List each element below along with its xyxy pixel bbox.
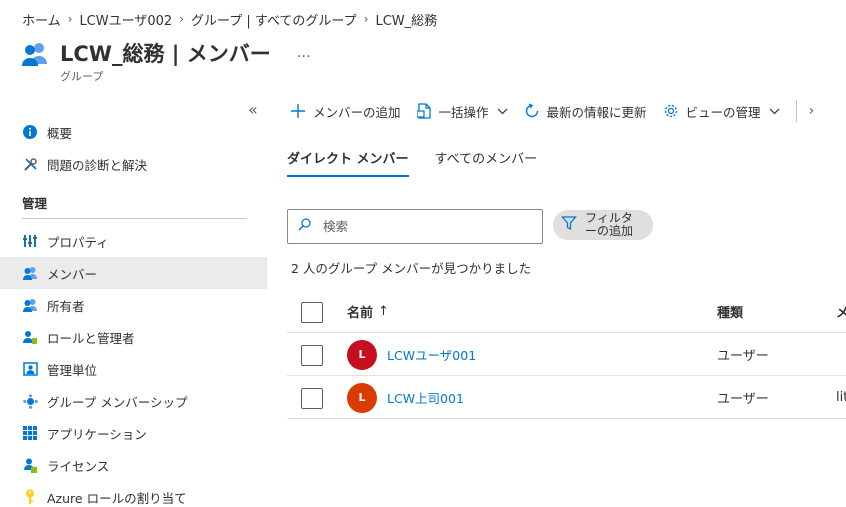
tab-direct-members[interactable]: ダイレクト メンバー bbox=[287, 148, 409, 177]
breadcrumb: ホーム › LCWユーザ002 › グループ | すべてのグループ › LCW_… bbox=[22, 10, 437, 29]
table-row: L LCW上司001 ユーザー lit bbox=[287, 376, 846, 419]
toolbar-divider bbox=[795, 100, 797, 122]
breadcrumb-home[interactable]: ホーム bbox=[22, 10, 61, 29]
section-divider bbox=[22, 218, 247, 219]
plus-icon bbox=[290, 103, 306, 119]
sidebar-item-licenses[interactable]: ライセンス bbox=[0, 449, 267, 481]
command-bar: メンバーの追加 一括操作 最新の情報に更新 ビューの管理 › bbox=[290, 96, 814, 126]
manage-view-button[interactable]: ビューの管理 bbox=[663, 102, 780, 121]
members-table: 名前 ↑ 種類 メ L LCWユーザ001 ユーザー L LCW上司001 ユー… bbox=[287, 290, 846, 419]
manage-view-label: ビューの管理 bbox=[685, 104, 761, 120]
bulk-operations-button[interactable]: 一括操作 bbox=[416, 102, 508, 121]
add-member-label: メンバーの追加 bbox=[313, 104, 401, 120]
sidebar-item-admin-units[interactable]: 管理単位 bbox=[0, 353, 267, 385]
roles-icon bbox=[22, 329, 38, 345]
members-icon bbox=[22, 265, 38, 281]
sidebar-item-roles[interactable]: ロールと管理者 bbox=[0, 321, 267, 353]
info-icon bbox=[22, 124, 38, 140]
member-type-cell: ユーザー bbox=[717, 349, 769, 364]
add-member-button[interactable]: メンバーの追加 bbox=[290, 102, 401, 121]
member-name-link[interactable]: LCWユーザ001 bbox=[387, 345, 476, 364]
column-header-extra[interactable]: メ bbox=[836, 290, 846, 333]
sidebar-item-label: 概要 bbox=[47, 125, 73, 141]
bulk-operations-label: 一括操作 bbox=[438, 104, 489, 120]
properties-icon bbox=[22, 233, 38, 249]
page-header: LCW_総務 | メンバー … bbox=[20, 38, 312, 68]
row-checkbox[interactable] bbox=[301, 388, 323, 409]
sidebar-item-label: ロールと管理者 bbox=[47, 330, 135, 346]
member-name-link[interactable]: LCW上司001 bbox=[387, 388, 464, 407]
search-box bbox=[287, 209, 543, 244]
page-subtitle: グループ bbox=[60, 70, 104, 83]
add-filter-button[interactable]: フィルタ ーの追加 bbox=[553, 210, 653, 240]
chevron-down-icon bbox=[497, 105, 508, 118]
sidebar-item-members[interactable]: メンバー bbox=[0, 257, 267, 289]
chevron-down-icon bbox=[769, 105, 780, 118]
sidebar-item-label: 管理単位 bbox=[47, 362, 98, 378]
owners-icon bbox=[22, 297, 38, 313]
refresh-label: 最新の情報に更新 bbox=[546, 104, 647, 120]
search-input[interactable] bbox=[323, 219, 523, 234]
breadcrumb-groups[interactable]: グループ | すべてのグループ bbox=[191, 10, 357, 29]
licenses-icon bbox=[22, 457, 38, 473]
sidebar-item-label: Azure ロールの割り当て bbox=[47, 490, 187, 506]
sidebar-item-overview[interactable]: 概要 bbox=[0, 116, 267, 148]
row-checkbox[interactable] bbox=[301, 345, 323, 366]
more-options-button[interactable]: … bbox=[297, 45, 312, 61]
toolbar-overflow-button[interactable]: › bbox=[809, 103, 815, 119]
sidebar-item-label: メンバー bbox=[47, 266, 98, 282]
avatar: L bbox=[347, 339, 377, 370]
gear-icon bbox=[663, 103, 679, 119]
member-tabs: ダイレクト メンバー すべてのメンバー bbox=[287, 148, 563, 177]
tab-all-members[interactable]: すべてのメンバー bbox=[435, 148, 538, 177]
breadcrumb-separator: › bbox=[363, 12, 369, 26]
admin-units-icon bbox=[22, 361, 38, 377]
column-header-type[interactable]: 種類 bbox=[717, 290, 743, 333]
member-extra-cell: lit bbox=[836, 390, 846, 405]
document-icon bbox=[416, 103, 432, 119]
group-membership-icon bbox=[22, 393, 38, 409]
avatar: L bbox=[347, 382, 377, 413]
breadcrumb-separator: › bbox=[67, 12, 73, 26]
result-count: 2 人のグループ メンバーが見つかりました bbox=[291, 261, 532, 276]
breadcrumb-current-group[interactable]: LCW_総務 bbox=[375, 10, 437, 29]
key-icon bbox=[22, 489, 38, 505]
column-header-name[interactable]: 名前 ↑ bbox=[347, 290, 389, 333]
select-all-checkbox[interactable] bbox=[301, 302, 323, 323]
sidebar-item-owners[interactable]: 所有者 bbox=[0, 289, 267, 321]
sidebar-item-group-membership[interactable]: グループ メンバーシップ bbox=[0, 385, 267, 417]
sidebar-item-label: 問題の診断と解決 bbox=[47, 157, 148, 173]
column-header-name-label: 名前 bbox=[347, 306, 374, 321]
group-icon bbox=[20, 38, 50, 68]
breadcrumb-user[interactable]: LCWユーザ002 bbox=[79, 10, 172, 29]
add-filter-label-line2: ーの追加 bbox=[585, 224, 634, 238]
sidebar-section-manage: 管理 bbox=[22, 196, 48, 211]
sidebar-item-azure-roles[interactable]: Azure ロールの割り当て bbox=[0, 481, 267, 507]
sidebar-item-label: プロパティ bbox=[47, 234, 109, 250]
member-type-cell: ユーザー bbox=[717, 392, 769, 407]
member-name-cell: L LCWユーザ001 bbox=[347, 333, 476, 376]
table-header-row: 名前 ↑ 種類 メ bbox=[287, 290, 846, 333]
sort-ascending-icon: ↑ bbox=[378, 304, 389, 319]
add-filter-label-line1: フィルタ bbox=[585, 211, 633, 225]
refresh-button[interactable]: 最新の情報に更新 bbox=[524, 102, 647, 121]
applications-icon bbox=[22, 425, 38, 441]
search-icon bbox=[298, 218, 311, 235]
breadcrumb-separator: › bbox=[179, 12, 184, 26]
refresh-icon bbox=[524, 103, 540, 119]
table-row: L LCWユーザ001 ユーザー bbox=[287, 333, 846, 376]
sidebar-item-label: アプリケーション bbox=[47, 426, 147, 442]
filter-icon bbox=[561, 215, 577, 235]
sidebar-item-applications[interactable]: アプリケーション bbox=[0, 417, 267, 449]
sidebar-item-label: ライセンス bbox=[47, 458, 110, 474]
sidebar-item-label: グループ メンバーシップ bbox=[47, 394, 188, 410]
page-title: LCW_総務 | メンバー bbox=[60, 42, 271, 66]
sidebar-item-label: 所有者 bbox=[47, 298, 85, 314]
sidebar-item-properties[interactable]: プロパティ bbox=[0, 225, 267, 257]
sidebar-item-diagnose[interactable]: 問題の診断と解決 bbox=[0, 148, 267, 180]
sidebar: 概要 問題の診断と解決 管理 プロパティ メンバー 所有者 ロールと管理者 管理… bbox=[0, 116, 267, 507]
wrench-icon bbox=[22, 156, 38, 172]
member-name-cell: L LCW上司001 bbox=[347, 376, 464, 419]
add-filter-label: フィルタ ーの追加 bbox=[585, 212, 633, 238]
